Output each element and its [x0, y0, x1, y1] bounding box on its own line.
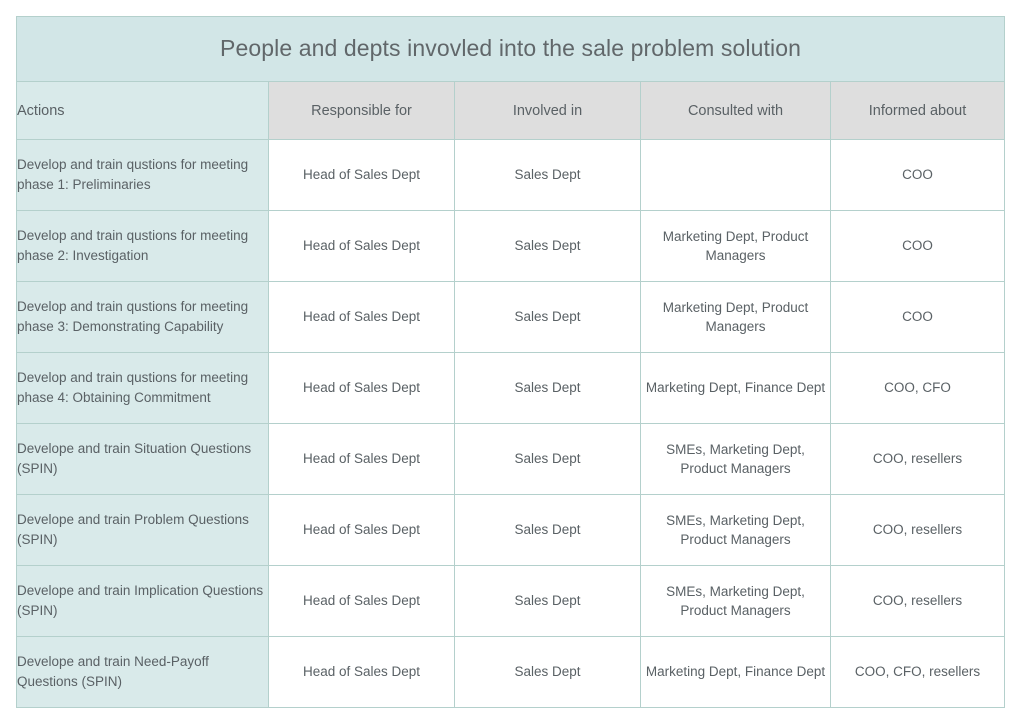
cell-responsible: Head of Sales Dept — [269, 495, 455, 566]
cell-consulted: Marketing Dept, Product Managers — [641, 211, 831, 282]
table-row: Develope and train Implication Questions… — [17, 566, 1005, 637]
cell-informed: COO, resellers — [831, 495, 1005, 566]
cell-involved: Sales Dept — [455, 353, 641, 424]
cell-informed: COO, CFO — [831, 353, 1005, 424]
table-row: Develope and train Situation Questions (… — [17, 424, 1005, 495]
raci-matrix-table: People and depts invovled into the sale … — [16, 16, 1005, 708]
cell-responsible: Head of Sales Dept — [269, 637, 455, 708]
cell-action: Develope and train Problem Questions (SP… — [17, 495, 269, 566]
cell-responsible: Head of Sales Dept — [269, 211, 455, 282]
cell-responsible: Head of Sales Dept — [269, 140, 455, 211]
cell-informed: COO — [831, 282, 1005, 353]
column-header-responsible-for: Responsible for — [269, 82, 455, 140]
cell-action: Develope and train Situation Questions (… — [17, 424, 269, 495]
cell-consulted: SMEs, Marketing Dept, Product Managers — [641, 424, 831, 495]
cell-action: Develope and train Need-Payoff Questions… — [17, 637, 269, 708]
cell-responsible: Head of Sales Dept — [269, 282, 455, 353]
cell-informed: COO — [831, 211, 1005, 282]
table-row: Develope and train Need-Payoff Questions… — [17, 637, 1005, 708]
column-header-actions: Actions — [17, 82, 269, 140]
cell-responsible: Head of Sales Dept — [269, 424, 455, 495]
cell-action: Develop and train qustions for meeting p… — [17, 211, 269, 282]
cell-consulted: SMEs, Marketing Dept, Product Managers — [641, 495, 831, 566]
table-title-row: People and depts invovled into the sale … — [17, 17, 1005, 82]
table-row: Develop and train qustions for meeting p… — [17, 140, 1005, 211]
cell-consulted — [641, 140, 831, 211]
page-root: People and depts invovled into the sale … — [0, 0, 1036, 725]
cell-involved: Sales Dept — [455, 140, 641, 211]
table-row: Develop and train qustions for meeting p… — [17, 211, 1005, 282]
cell-action: Develop and train qustions for meeting p… — [17, 353, 269, 424]
cell-informed: COO, CFO, resellers — [831, 637, 1005, 708]
table-title-cell: People and depts invovled into the sale … — [17, 17, 1005, 82]
column-header-informed-about: Informed about — [831, 82, 1005, 140]
cell-informed: COO, resellers — [831, 566, 1005, 637]
cell-action: Develope and train Implication Questions… — [17, 566, 269, 637]
cell-informed: COO — [831, 140, 1005, 211]
cell-involved: Sales Dept — [455, 282, 641, 353]
cell-involved: Sales Dept — [455, 566, 641, 637]
cell-involved: Sales Dept — [455, 495, 641, 566]
cell-consulted: Marketing Dept, Finance Dept — [641, 637, 831, 708]
column-header-involved-in: Involved in — [455, 82, 641, 140]
page-title: People and depts invovled into the sale … — [17, 35, 1004, 63]
cell-responsible: Head of Sales Dept — [269, 353, 455, 424]
cell-involved: Sales Dept — [455, 211, 641, 282]
cell-consulted: SMEs, Marketing Dept, Product Managers — [641, 566, 831, 637]
cell-consulted: Marketing Dept, Finance Dept — [641, 353, 831, 424]
cell-responsible: Head of Sales Dept — [269, 566, 455, 637]
cell-action: Develop and train qustions for meeting p… — [17, 282, 269, 353]
table-row: Develop and train qustions for meeting p… — [17, 353, 1005, 424]
table-row: Develop and train qustions for meeting p… — [17, 282, 1005, 353]
cell-informed: COO, resellers — [831, 424, 1005, 495]
table-body: Develop and train qustions for meeting p… — [17, 140, 1005, 708]
column-header-consulted-with: Consulted with — [641, 82, 831, 140]
cell-consulted: Marketing Dept, Product Managers — [641, 282, 831, 353]
cell-involved: Sales Dept — [455, 424, 641, 495]
table-header-row: Actions Responsible for Involved in Cons… — [17, 82, 1005, 140]
cell-involved: Sales Dept — [455, 637, 641, 708]
table-row: Develope and train Problem Questions (SP… — [17, 495, 1005, 566]
cell-action: Develop and train qustions for meeting p… — [17, 140, 269, 211]
